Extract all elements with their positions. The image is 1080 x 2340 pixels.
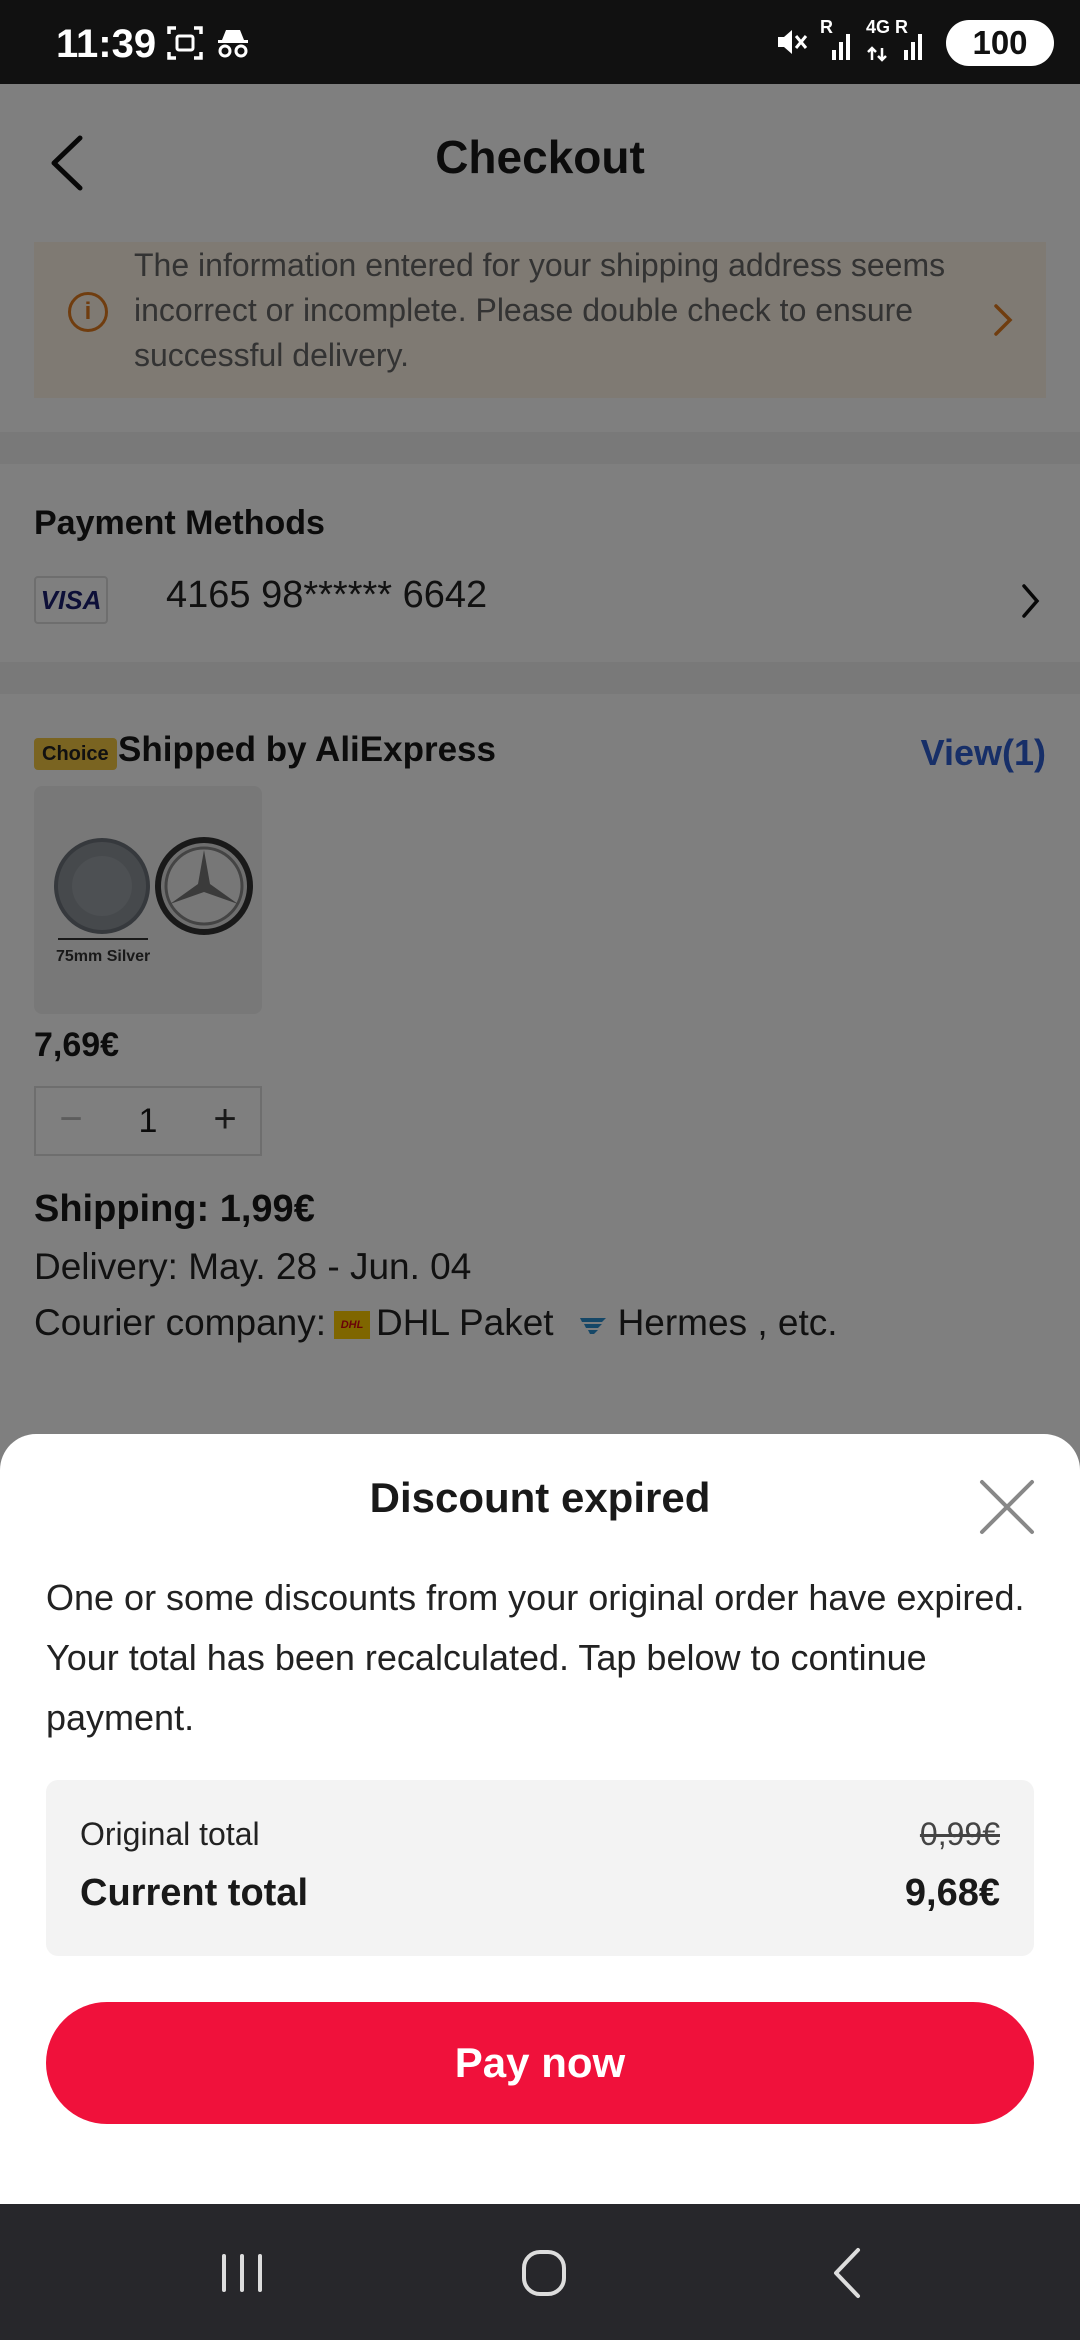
current-total-label: Current total xyxy=(80,1872,308,1914)
sheet-message: One or some discounts from your original… xyxy=(46,1577,1025,1738)
current-total-value: 9,68€ xyxy=(904,1872,1000,1914)
back-nav-icon[interactable] xyxy=(808,2238,888,2308)
pay-now-button[interactable]: Pay now xyxy=(46,2002,1034,2124)
totals-box: Original total 0,99€ Current total 9,68€ xyxy=(46,1780,1034,1956)
sheet-title: Discount expired xyxy=(369,1474,711,1521)
original-total-label: Original total xyxy=(80,1816,260,1852)
discount-expired-sheet: Discount expired One or some discounts f… xyxy=(0,1434,1080,2204)
status-bar: 11:39 R 4G R 100 xyxy=(0,0,1080,84)
incognito-icon xyxy=(218,30,248,58)
recent-apps-icon[interactable] xyxy=(202,2238,282,2308)
mute-icon xyxy=(778,30,808,54)
home-icon[interactable] xyxy=(504,2238,584,2308)
signal-icon-2 xyxy=(867,34,922,62)
battery-indicator: 100 xyxy=(946,20,1054,66)
close-icon[interactable] xyxy=(974,1474,1040,1540)
system-navigation-bar xyxy=(0,2204,1080,2340)
signal-icon-1 xyxy=(832,34,850,60)
original-total-value: 0,99€ xyxy=(919,1816,1000,1852)
status-time: 11:39 xyxy=(56,22,157,66)
screenshot-icon xyxy=(167,26,203,60)
